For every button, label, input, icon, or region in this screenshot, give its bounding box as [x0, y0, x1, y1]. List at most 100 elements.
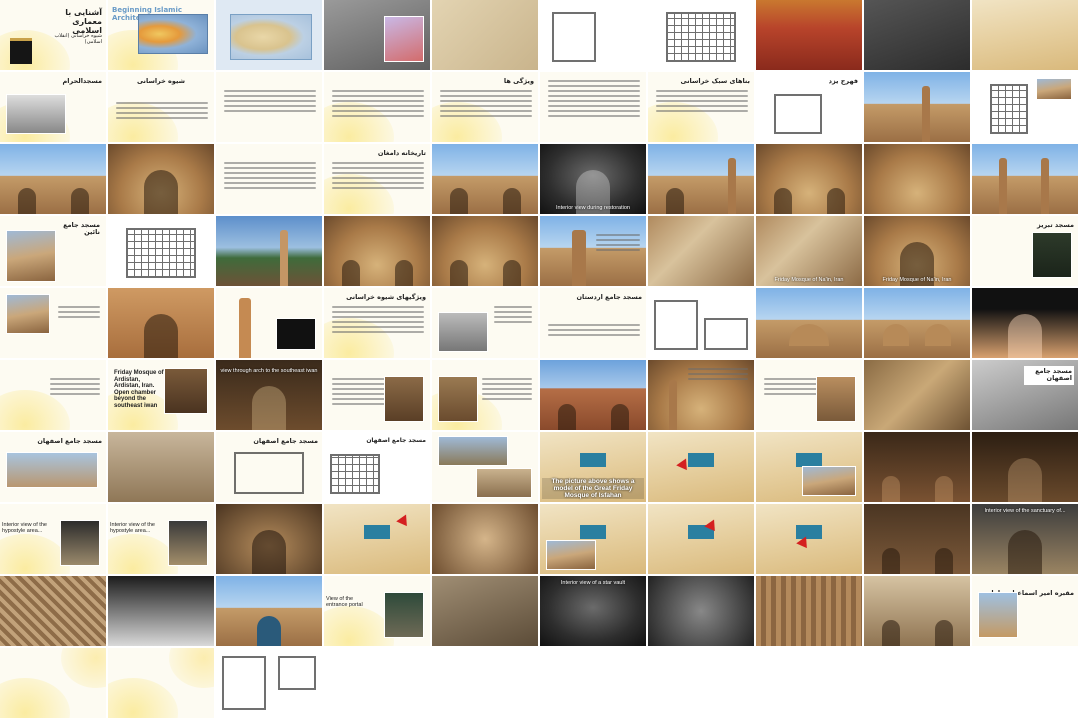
slide-thumbnail-25[interactable] — [432, 144, 540, 216]
slide-title: آشنایی با معماری اسلامی — [65, 8, 102, 36]
photo-image — [1032, 232, 1072, 278]
slide-thumbnail-70[interactable] — [972, 432, 1080, 504]
slide-thumbnail-80[interactable]: Interior view of the sanctuary of... — [972, 504, 1080, 576]
slide-thumbnail-51[interactable] — [0, 360, 108, 432]
slide-thumbnail-32[interactable] — [108, 216, 216, 288]
slide-thumbnail-8[interactable] — [756, 0, 864, 72]
slide-thumbnail-59[interactable] — [864, 360, 972, 432]
slide-thumbnail-15[interactable]: ویژگی ها — [432, 72, 540, 144]
slide-thumbnail-82[interactable] — [108, 576, 216, 648]
slide-thumbnail-79[interactable] — [864, 504, 972, 576]
slide-thumbnail-12[interactable]: شیوه خراسانی — [108, 72, 216, 144]
slide-thumbnail-36[interactable] — [540, 216, 648, 288]
slide-thumbnail-29[interactable] — [864, 144, 972, 216]
slide-thumbnail-7[interactable] — [648, 0, 756, 72]
slide-thumbnail-39[interactable]: Friday Mosque of Na'in, Iran — [864, 216, 972, 288]
slide-thumbnail-44[interactable]: ویژگیهای شیوه خراسانی — [324, 288, 432, 360]
slide-thumbnail-66[interactable]: The picture above shows a model of the G… — [540, 432, 648, 504]
slide-thumbnail-23[interactable] — [216, 144, 324, 216]
slide-thumbnail-78[interactable] — [756, 504, 864, 576]
slide-thumbnail-6[interactable] — [540, 0, 648, 72]
slide-thumbnail-60[interactable]: مسجد جامع اصفهان — [972, 360, 1080, 432]
slide-thumbnail-92[interactable] — [108, 648, 216, 720]
empty-slot — [432, 648, 540, 720]
slide-thumbnail-3[interactable] — [216, 0, 324, 72]
slide-thumbnail-24[interactable]: تاریخانه دامغان — [324, 144, 432, 216]
slide-thumbnail-26[interactable]: Interior view during restoration — [540, 144, 648, 216]
slide-thumbnail-18[interactable]: فهرج یزد — [756, 72, 864, 144]
slide-thumbnail-86[interactable]: Interior view of a star vault — [540, 576, 648, 648]
slide-thumbnail-77[interactable] — [648, 504, 756, 576]
slide-thumbnail-37[interactable] — [648, 216, 756, 288]
slide-thumbnail-93[interactable] — [216, 648, 324, 720]
slide-thumbnail-69[interactable] — [864, 432, 972, 504]
slide-thumbnail-84[interactable]: View of the entrance portal — [324, 576, 432, 648]
slide-thumbnail-67[interactable] — [648, 432, 756, 504]
slide-thumbnail-20[interactable] — [972, 72, 1080, 144]
slide-thumbnail-54[interactable] — [324, 360, 432, 432]
slide-thumbnail-75[interactable] — [432, 504, 540, 576]
slide-thumbnail-19[interactable] — [864, 72, 972, 144]
slide-thumbnail-10[interactable] — [972, 0, 1080, 72]
slide-thumbnail-56[interactable] — [540, 360, 648, 432]
slide-thumbnail-27[interactable] — [648, 144, 756, 216]
slide-thumbnail-11[interactable]: مسجدالحرام — [0, 72, 108, 144]
slide-thumbnail-50[interactable] — [972, 288, 1080, 360]
slide-thumbnail-16[interactable] — [540, 72, 648, 144]
slide-thumbnail-31[interactable]: مسجد جامع نائین — [0, 216, 108, 288]
slide-thumbnail-58[interactable] — [756, 360, 864, 432]
slide-thumbnail-4[interactable] — [324, 0, 432, 72]
slide-thumbnail-43[interactable] — [216, 288, 324, 360]
slide-thumbnail-68[interactable] — [756, 432, 864, 504]
slide-thumbnail-22[interactable] — [108, 144, 216, 216]
photo-image — [384, 16, 424, 62]
floor-plan-image — [666, 12, 736, 62]
slide-thumbnail-21[interactable] — [0, 144, 108, 216]
slide-thumbnail-90[interactable]: مقبره امیر اسماعیل سامانی — [972, 576, 1080, 648]
slide-thumbnail-72[interactable]: Interior view of the hypostyle area... — [108, 504, 216, 576]
slide-thumbnail-9[interactable] — [864, 0, 972, 72]
slide-thumbnail-71[interactable]: Interior view of the hypostyle area... — [0, 504, 108, 576]
slide-thumbnail-41[interactable] — [0, 288, 108, 360]
slide-thumbnail-33[interactable] — [216, 216, 324, 288]
slide-thumbnail-87[interactable] — [648, 576, 756, 648]
slide-thumbnail-38[interactable]: Friday Mosque of Na'in, Iran — [756, 216, 864, 288]
slide-thumbnail-63[interactable]: مسجد جامع اصفهان — [216, 432, 324, 504]
slide-thumbnail-40[interactable]: مسجد تبریز — [972, 216, 1080, 288]
slide-thumbnail-49[interactable] — [864, 288, 972, 360]
slide-thumbnail-88[interactable] — [756, 576, 864, 648]
slide-thumbnail-61[interactable]: مسجد جامع اصفهان — [0, 432, 108, 504]
slide-thumbnail-13[interactable] — [216, 72, 324, 144]
slide-thumbnail-62[interactable] — [108, 432, 216, 504]
slide-thumbnail-2[interactable]: Beginning Islamic Architecture — [108, 0, 216, 72]
slide-thumbnail-5[interactable] — [432, 0, 540, 72]
slide-thumbnail-34[interactable] — [324, 216, 432, 288]
slide-thumbnail-74[interactable] — [324, 504, 432, 576]
slide-thumbnail-52[interactable]: Friday Mosque of Ardistan, Ardistan, Ira… — [108, 360, 216, 432]
slide-thumbnail-83[interactable] — [216, 576, 324, 648]
slide-thumbnail-76[interactable] — [540, 504, 648, 576]
slide-thumbnail-64[interactable]: مسجد جامع اصفهان — [324, 432, 432, 504]
slide-thumbnail-42[interactable] — [108, 288, 216, 360]
slide-thumbnail-55[interactable] — [432, 360, 540, 432]
slide-thumbnail-85[interactable] — [432, 576, 540, 648]
slide-thumbnail-73[interactable] — [216, 504, 324, 576]
slide-thumbnail-48[interactable] — [756, 288, 864, 360]
slide-thumbnail-28[interactable] — [756, 144, 864, 216]
slide-thumbnail-47[interactable] — [648, 288, 756, 360]
floor-plan-image — [234, 452, 304, 494]
slide-title: مسجدالحرام — [62, 77, 102, 85]
slide-thumbnail-1[interactable]: آشنایی با معماری اسلامی شیوه خراسانی (ان… — [0, 0, 108, 72]
slide-thumbnail-14[interactable] — [324, 72, 432, 144]
slide-thumbnail-46[interactable]: مسجد جامع اردستان — [540, 288, 648, 360]
slide-thumbnail-91[interactable] — [0, 648, 108, 720]
slide-thumbnail-81[interactable] — [0, 576, 108, 648]
slide-thumbnail-65[interactable] — [432, 432, 540, 504]
slide-thumbnail-45[interactable] — [432, 288, 540, 360]
slide-thumbnail-89[interactable] — [864, 576, 972, 648]
slide-thumbnail-53[interactable]: view through arch to the southeast iwan — [216, 360, 324, 432]
slide-thumbnail-57[interactable] — [648, 360, 756, 432]
slide-thumbnail-30[interactable] — [972, 144, 1080, 216]
slide-thumbnail-17[interactable]: بناهای سبک خراسانی — [648, 72, 756, 144]
slide-thumbnail-35[interactable] — [432, 216, 540, 288]
